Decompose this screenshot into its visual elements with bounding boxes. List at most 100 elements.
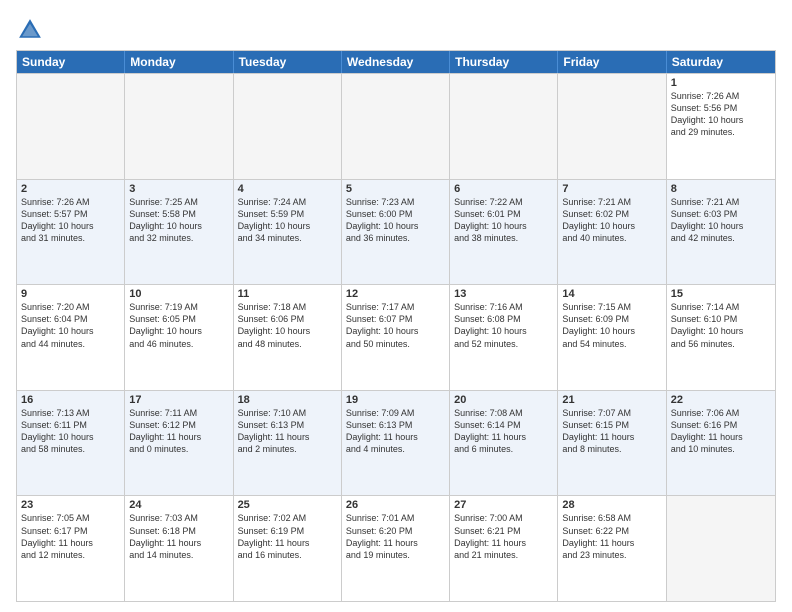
day-number: 28 xyxy=(562,499,661,511)
day-number: 13 xyxy=(454,288,553,300)
day-number: 23 xyxy=(21,499,120,511)
header-day-saturday: Saturday xyxy=(667,51,775,73)
day-number: 16 xyxy=(21,394,120,406)
day-cell-23: 23Sunrise: 7:05 AM Sunset: 6:17 PM Dayli… xyxy=(17,496,125,601)
day-cell-18: 18Sunrise: 7:10 AM Sunset: 6:13 PM Dayli… xyxy=(234,391,342,496)
logo xyxy=(16,16,48,44)
header-day-friday: Friday xyxy=(558,51,666,73)
day-cell-11: 11Sunrise: 7:18 AM Sunset: 6:06 PM Dayli… xyxy=(234,285,342,390)
day-info: Sunrise: 6:58 AM Sunset: 6:22 PM Dayligh… xyxy=(562,512,661,561)
day-cell-24: 24Sunrise: 7:03 AM Sunset: 6:18 PM Dayli… xyxy=(125,496,233,601)
day-number: 15 xyxy=(671,288,771,300)
calendar-row-1: 2Sunrise: 7:26 AM Sunset: 5:57 PM Daylig… xyxy=(17,179,775,285)
day-number: 24 xyxy=(129,499,228,511)
day-info: Sunrise: 7:26 AM Sunset: 5:57 PM Dayligh… xyxy=(21,196,120,245)
day-cell-9: 9Sunrise: 7:20 AM Sunset: 6:04 PM Daylig… xyxy=(17,285,125,390)
header-day-wednesday: Wednesday xyxy=(342,51,450,73)
day-cell-21: 21Sunrise: 7:07 AM Sunset: 6:15 PM Dayli… xyxy=(558,391,666,496)
day-number: 4 xyxy=(238,183,337,195)
empty-cell-r0c2 xyxy=(234,74,342,179)
day-info: Sunrise: 7:15 AM Sunset: 6:09 PM Dayligh… xyxy=(562,301,661,350)
day-number: 25 xyxy=(238,499,337,511)
logo-icon xyxy=(16,16,44,44)
day-number: 8 xyxy=(671,183,771,195)
day-number: 2 xyxy=(21,183,120,195)
day-cell-19: 19Sunrise: 7:09 AM Sunset: 6:13 PM Dayli… xyxy=(342,391,450,496)
day-number: 12 xyxy=(346,288,445,300)
day-info: Sunrise: 7:10 AM Sunset: 6:13 PM Dayligh… xyxy=(238,407,337,456)
day-cell-16: 16Sunrise: 7:13 AM Sunset: 6:11 PM Dayli… xyxy=(17,391,125,496)
day-cell-27: 27Sunrise: 7:00 AM Sunset: 6:21 PM Dayli… xyxy=(450,496,558,601)
day-cell-12: 12Sunrise: 7:17 AM Sunset: 6:07 PM Dayli… xyxy=(342,285,450,390)
day-info: Sunrise: 7:21 AM Sunset: 6:02 PM Dayligh… xyxy=(562,196,661,245)
day-cell-5: 5Sunrise: 7:23 AM Sunset: 6:00 PM Daylig… xyxy=(342,180,450,285)
day-number: 6 xyxy=(454,183,553,195)
day-cell-25: 25Sunrise: 7:02 AM Sunset: 6:19 PM Dayli… xyxy=(234,496,342,601)
day-cell-1: 1Sunrise: 7:26 AM Sunset: 5:56 PM Daylig… xyxy=(667,74,775,179)
day-info: Sunrise: 7:14 AM Sunset: 6:10 PM Dayligh… xyxy=(671,301,771,350)
day-number: 26 xyxy=(346,499,445,511)
day-info: Sunrise: 7:08 AM Sunset: 6:14 PM Dayligh… xyxy=(454,407,553,456)
day-number: 11 xyxy=(238,288,337,300)
day-info: Sunrise: 7:20 AM Sunset: 6:04 PM Dayligh… xyxy=(21,301,120,350)
day-info: Sunrise: 7:03 AM Sunset: 6:18 PM Dayligh… xyxy=(129,512,228,561)
calendar-row-0: 1Sunrise: 7:26 AM Sunset: 5:56 PM Daylig… xyxy=(17,73,775,179)
day-info: Sunrise: 7:00 AM Sunset: 6:21 PM Dayligh… xyxy=(454,512,553,561)
calendar-body: 1Sunrise: 7:26 AM Sunset: 5:56 PM Daylig… xyxy=(17,73,775,601)
calendar-row-4: 23Sunrise: 7:05 AM Sunset: 6:17 PM Dayli… xyxy=(17,495,775,601)
day-cell-6: 6Sunrise: 7:22 AM Sunset: 6:01 PM Daylig… xyxy=(450,180,558,285)
day-info: Sunrise: 7:17 AM Sunset: 6:07 PM Dayligh… xyxy=(346,301,445,350)
header-day-tuesday: Tuesday xyxy=(234,51,342,73)
day-cell-26: 26Sunrise: 7:01 AM Sunset: 6:20 PM Dayli… xyxy=(342,496,450,601)
empty-cell-r0c4 xyxy=(450,74,558,179)
header-day-thursday: Thursday xyxy=(450,51,558,73)
day-cell-7: 7Sunrise: 7:21 AM Sunset: 6:02 PM Daylig… xyxy=(558,180,666,285)
day-cell-8: 8Sunrise: 7:21 AM Sunset: 6:03 PM Daylig… xyxy=(667,180,775,285)
day-info: Sunrise: 7:18 AM Sunset: 6:06 PM Dayligh… xyxy=(238,301,337,350)
day-cell-2: 2Sunrise: 7:26 AM Sunset: 5:57 PM Daylig… xyxy=(17,180,125,285)
empty-cell-r0c5 xyxy=(558,74,666,179)
day-info: Sunrise: 7:05 AM Sunset: 6:17 PM Dayligh… xyxy=(21,512,120,561)
day-info: Sunrise: 7:26 AM Sunset: 5:56 PM Dayligh… xyxy=(671,90,771,139)
day-number: 5 xyxy=(346,183,445,195)
day-cell-17: 17Sunrise: 7:11 AM Sunset: 6:12 PM Dayli… xyxy=(125,391,233,496)
empty-cell-r0c1 xyxy=(125,74,233,179)
empty-cell-r4c6 xyxy=(667,496,775,601)
day-number: 20 xyxy=(454,394,553,406)
day-info: Sunrise: 7:16 AM Sunset: 6:08 PM Dayligh… xyxy=(454,301,553,350)
calendar-row-2: 9Sunrise: 7:20 AM Sunset: 6:04 PM Daylig… xyxy=(17,284,775,390)
day-number: 19 xyxy=(346,394,445,406)
empty-cell-r0c3 xyxy=(342,74,450,179)
calendar-header: SundayMondayTuesdayWednesdayThursdayFrid… xyxy=(17,51,775,73)
day-number: 18 xyxy=(238,394,337,406)
day-info: Sunrise: 7:24 AM Sunset: 5:59 PM Dayligh… xyxy=(238,196,337,245)
calendar: SundayMondayTuesdayWednesdayThursdayFrid… xyxy=(16,50,776,602)
day-info: Sunrise: 7:01 AM Sunset: 6:20 PM Dayligh… xyxy=(346,512,445,561)
header xyxy=(16,16,776,44)
day-number: 21 xyxy=(562,394,661,406)
day-info: Sunrise: 7:06 AM Sunset: 6:16 PM Dayligh… xyxy=(671,407,771,456)
day-info: Sunrise: 7:21 AM Sunset: 6:03 PM Dayligh… xyxy=(671,196,771,245)
day-info: Sunrise: 7:25 AM Sunset: 5:58 PM Dayligh… xyxy=(129,196,228,245)
day-info: Sunrise: 7:22 AM Sunset: 6:01 PM Dayligh… xyxy=(454,196,553,245)
day-cell-15: 15Sunrise: 7:14 AM Sunset: 6:10 PM Dayli… xyxy=(667,285,775,390)
day-info: Sunrise: 7:13 AM Sunset: 6:11 PM Dayligh… xyxy=(21,407,120,456)
day-number: 1 xyxy=(671,77,771,89)
day-number: 10 xyxy=(129,288,228,300)
day-cell-10: 10Sunrise: 7:19 AM Sunset: 6:05 PM Dayli… xyxy=(125,285,233,390)
day-cell-13: 13Sunrise: 7:16 AM Sunset: 6:08 PM Dayli… xyxy=(450,285,558,390)
day-number: 17 xyxy=(129,394,228,406)
header-day-sunday: Sunday xyxy=(17,51,125,73)
day-cell-4: 4Sunrise: 7:24 AM Sunset: 5:59 PM Daylig… xyxy=(234,180,342,285)
day-info: Sunrise: 7:19 AM Sunset: 6:05 PM Dayligh… xyxy=(129,301,228,350)
day-cell-22: 22Sunrise: 7:06 AM Sunset: 6:16 PM Dayli… xyxy=(667,391,775,496)
page: SundayMondayTuesdayWednesdayThursdayFrid… xyxy=(0,0,792,612)
day-number: 27 xyxy=(454,499,553,511)
day-number: 14 xyxy=(562,288,661,300)
day-number: 9 xyxy=(21,288,120,300)
day-info: Sunrise: 7:07 AM Sunset: 6:15 PM Dayligh… xyxy=(562,407,661,456)
day-info: Sunrise: 7:09 AM Sunset: 6:13 PM Dayligh… xyxy=(346,407,445,456)
day-cell-3: 3Sunrise: 7:25 AM Sunset: 5:58 PM Daylig… xyxy=(125,180,233,285)
day-cell-14: 14Sunrise: 7:15 AM Sunset: 6:09 PM Dayli… xyxy=(558,285,666,390)
header-day-monday: Monday xyxy=(125,51,233,73)
